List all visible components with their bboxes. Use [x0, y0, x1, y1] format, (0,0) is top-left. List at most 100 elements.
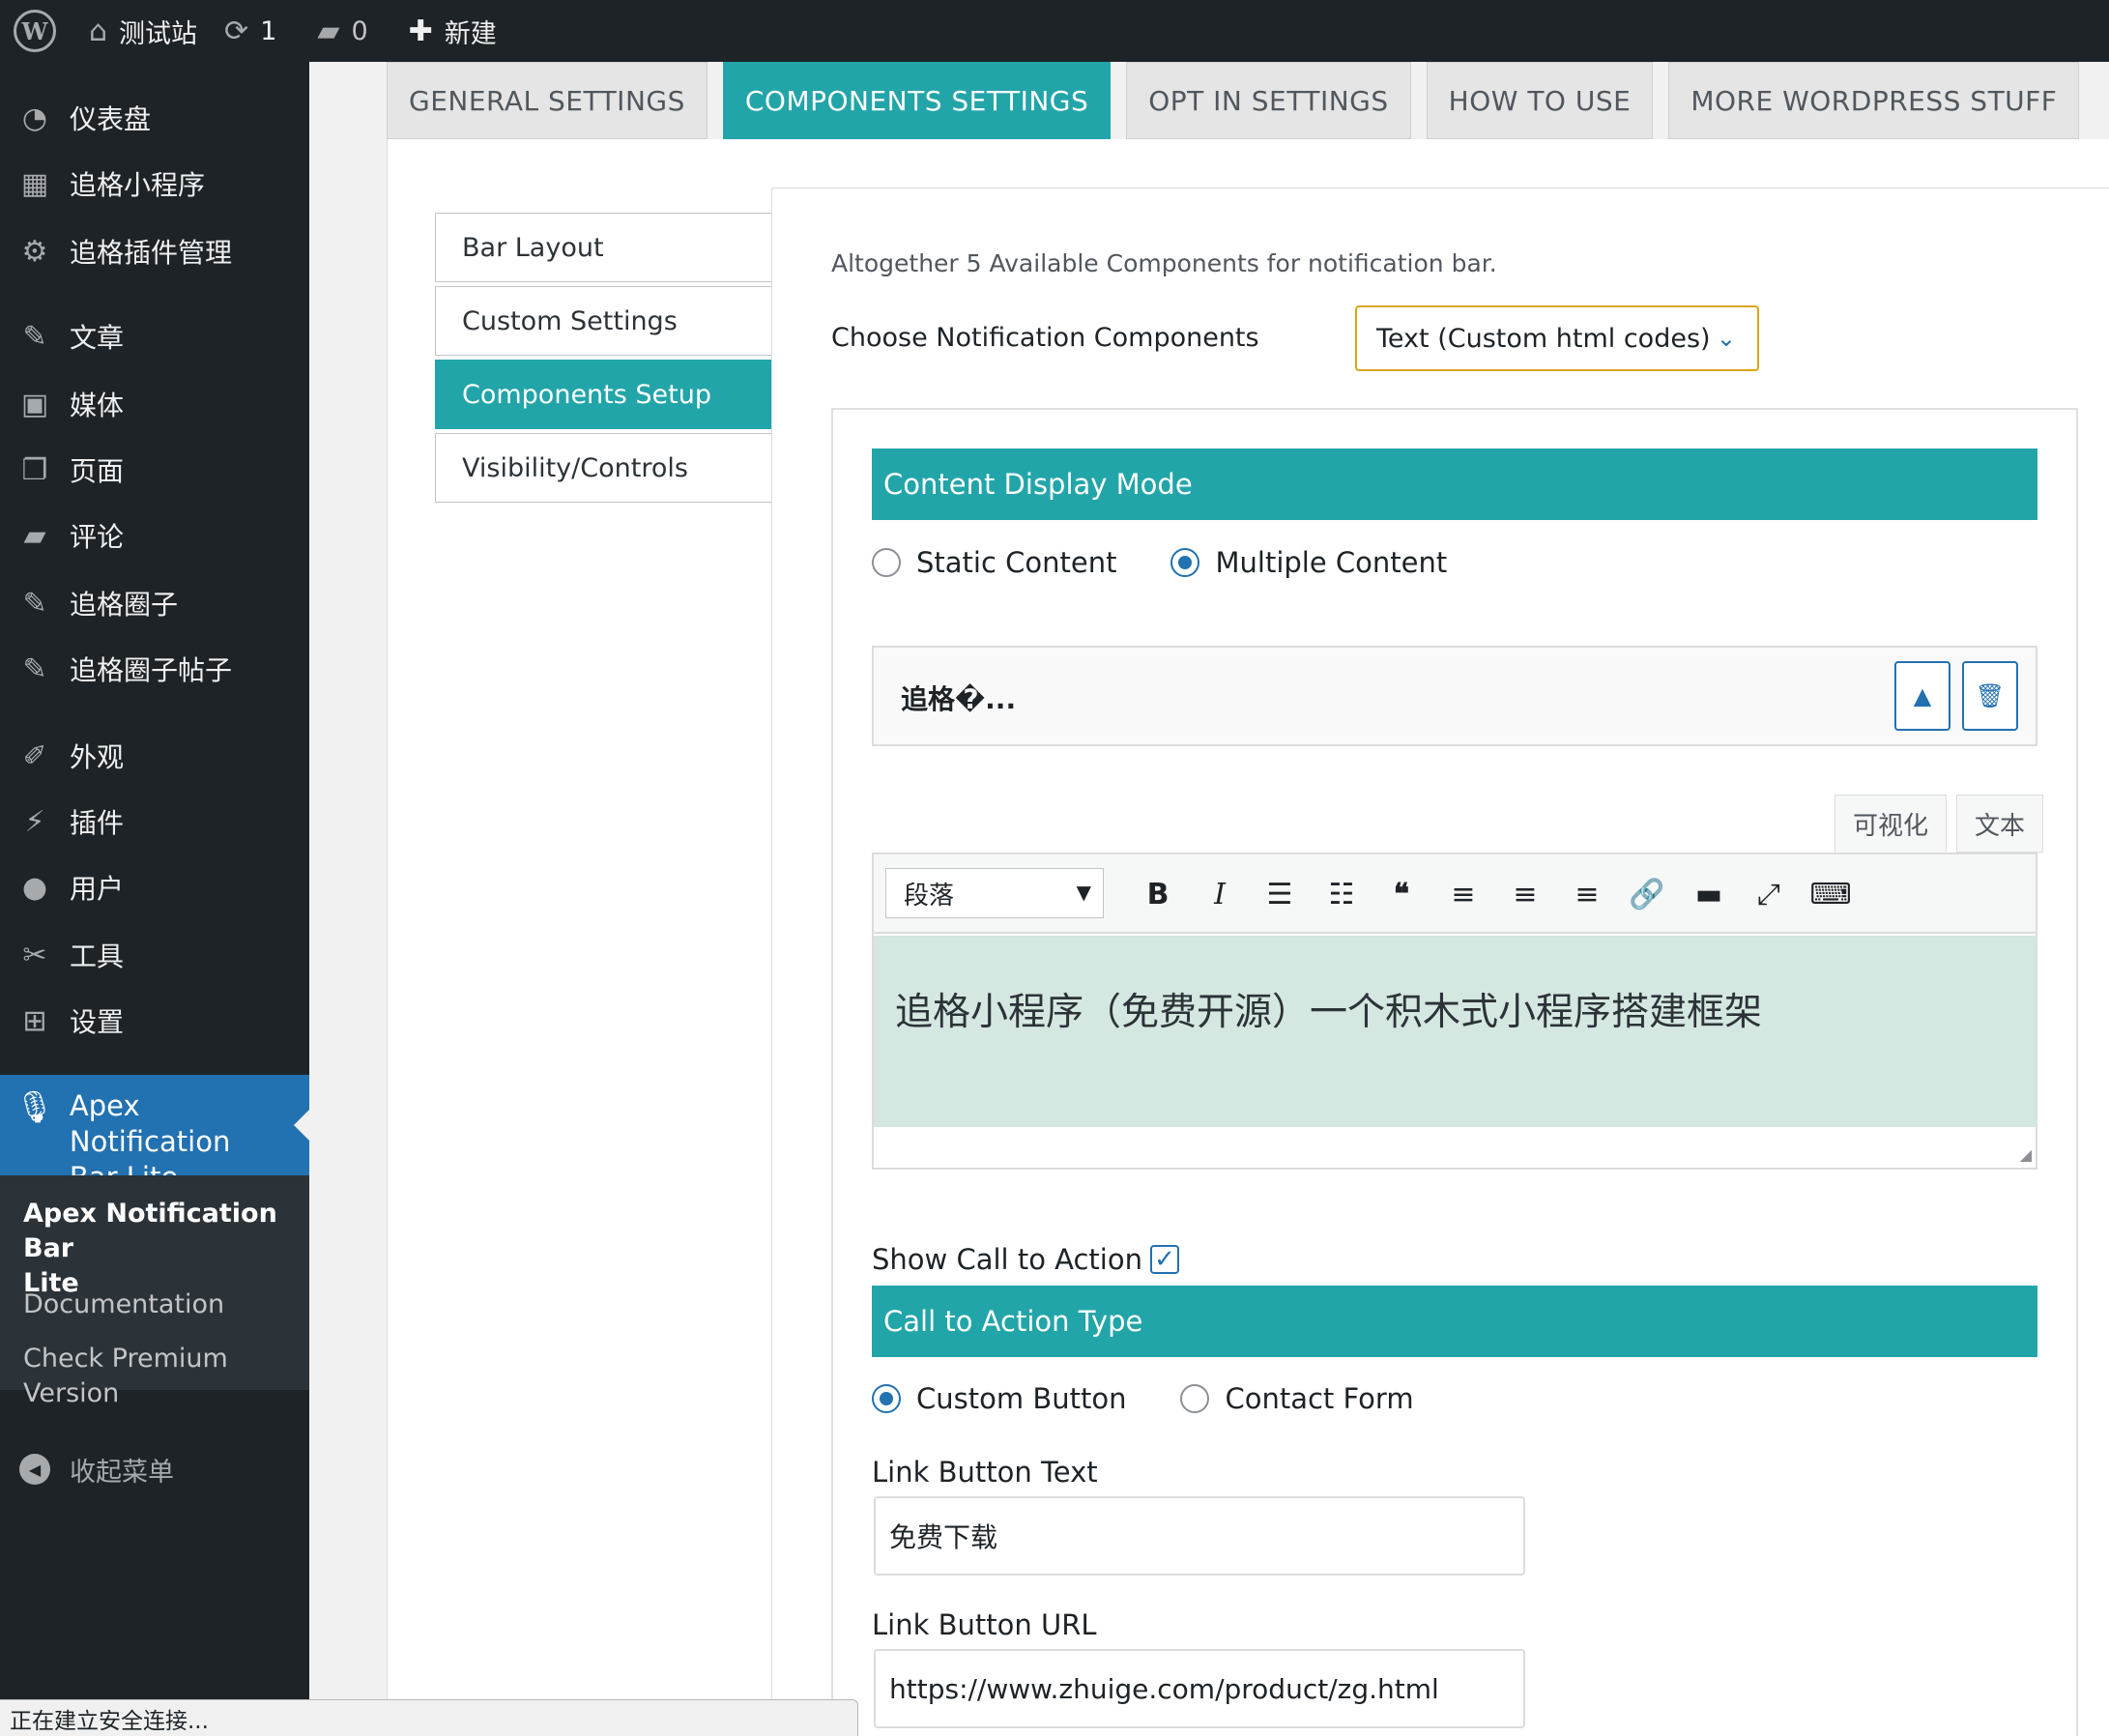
collapse-arrow-icon: ◀ — [19, 1454, 50, 1485]
sidebar-item-plugin-manager[interactable]: ⚙ 追格插件管理 — [0, 220, 309, 282]
components-select[interactable]: Text (Custom html codes) ⌄ — [1355, 305, 1759, 371]
sidebar-item-label: 页面 — [70, 455, 125, 487]
read-more-icon[interactable]: ▬ — [1686, 872, 1732, 916]
blockquote-icon[interactable]: ❝ — [1378, 872, 1425, 916]
caret-down-icon: ▼ — [1076, 881, 1091, 904]
sidebar-item-label: 工具 — [70, 940, 125, 972]
static-content-label: Static Content — [916, 546, 1117, 579]
submenu-item-documentation[interactable]: Documentation — [23, 1288, 294, 1322]
collapse-menu-label: 收起菜单 — [70, 1457, 174, 1488]
tab-components-settings[interactable]: COMPONENTS SETTINGS — [722, 62, 1112, 139]
sidebar-item-tools[interactable]: ✂ 工具 — [0, 924, 309, 986]
submenu-item-check-premium[interactable]: Check Premium Version — [23, 1342, 294, 1411]
link-button-text-label: Link Button Text — [872, 1456, 1098, 1489]
sidebar-item-dashboard[interactable]: ◔ 仪表盘 — [0, 87, 309, 149]
new-content-link[interactable]: ✚ 新建 — [395, 0, 510, 62]
refresh-icon: ⟳ — [224, 14, 249, 48]
sidebar-item-label: 追格插件管理 — [70, 237, 233, 269]
comments-link[interactable]: ▰ 0 — [303, 0, 381, 62]
cta-type-heading: Call to Action Type — [872, 1286, 2037, 1357]
collapse-menu-button[interactable]: ◀ 收起菜单 — [0, 1438, 309, 1500]
sidebar-item-users[interactable]: ● 用户 — [0, 856, 309, 918]
current-menu-arrow — [294, 1110, 309, 1141]
tab-more-wordpress-stuff[interactable]: MORE WORDPRESS STUFF — [1668, 62, 2080, 139]
plus-icon: ✚ — [408, 14, 433, 48]
move-up-button[interactable]: ▲ — [1894, 661, 1950, 731]
link-icon[interactable]: 🔗 — [1624, 872, 1670, 916]
italic-icon[interactable]: I — [1197, 872, 1243, 916]
settings-tabs: GENERAL SETTINGS COMPONENTS SETTINGS OPT… — [387, 62, 2095, 139]
comment-icon: ▰ — [23, 518, 46, 553]
sidebar-item-media[interactable]: ▣ 媒体 — [0, 373, 309, 435]
vtab-visibility-controls[interactable]: Visibility/Controls — [435, 433, 773, 503]
tab-opt-in-settings[interactable]: OPT IN SETTINGS — [1126, 62, 1411, 139]
content-item[interactable]: 追格�... ▲ 🗑 — [872, 646, 2037, 746]
format-select[interactable]: 段落 ▼ — [885, 868, 1104, 918]
tab-how-to-use[interactable]: HOW TO USE — [1426, 62, 1654, 139]
bold-icon[interactable]: B — [1135, 872, 1181, 916]
admin-bar: W ⌂ 测试站 ⟳ 1 ▰ 0 ✚ 新建 — [0, 0, 2109, 62]
cta-type-options: Custom Button Contact Form — [872, 1382, 1414, 1415]
plugin-icon: ⚡ — [24, 804, 45, 839]
sidebar-item-apex-notification-bar[interactable]: 🎙 Apex Notification Bar Lite — [0, 1075, 309, 1194]
sidebar-item-label: 文章 — [70, 322, 125, 354]
sidebar-item-settings[interactable]: ⊞ 设置 — [0, 990, 309, 1052]
settings-icon: ⊞ — [22, 1003, 47, 1038]
dashboard-icon: ◔ — [21, 101, 48, 135]
sidebar-item-plugins[interactable]: ⚡ 插件 — [0, 791, 309, 853]
editor-mode-tabs: 可视化 文本 — [1835, 795, 2044, 853]
delete-item-button[interactable]: 🗑 — [1962, 661, 2018, 731]
sidebar-item-comments[interactable]: ▰ 评论 — [0, 505, 309, 566]
updates-link[interactable]: ⟳ 1 — [211, 0, 290, 62]
multiple-content-radio[interactable] — [1170, 548, 1200, 577]
sidebar-item-zhuige-circle-posts[interactable]: ✎ 追格圈子帖子 — [0, 638, 309, 700]
align-left-icon[interactable]: ≡ — [1440, 872, 1487, 916]
sidebar-item-label: Apex Notification — [69, 1089, 231, 1158]
link-button-url-input[interactable]: https://www.zhuige.com/product/zg.html — [874, 1649, 1525, 1728]
sidebar-submenu: Apex Notification Bar Lite Documentation… — [0, 1175, 309, 1408]
custom-button-label: Custom Button — [916, 1382, 1127, 1415]
numbered-list-icon[interactable]: ☷ — [1318, 872, 1365, 916]
tab-visual[interactable]: 可视化 — [1835, 795, 1948, 853]
static-content-radio[interactable] — [872, 548, 901, 577]
align-center-icon[interactable]: ≡ — [1502, 872, 1548, 916]
comments-count: 0 — [351, 15, 368, 46]
sidebar-item-zhuige-miniapp[interactable]: ▦ 追格小程序 — [0, 153, 309, 215]
vtab-components-setup[interactable]: Components Setup — [435, 360, 773, 429]
pin-icon: ✎ — [22, 651, 47, 686]
vtab-custom-settings[interactable]: Custom Settings — [435, 286, 773, 356]
link-button-text-value: 免费下载 — [889, 1521, 998, 1553]
arrow-up-icon: ▲ — [1913, 682, 1932, 709]
tab-text[interactable]: 文本 — [1956, 795, 2044, 853]
submenu-item-apex-notification-bar-lite[interactable]: Apex Notification Bar Lite — [23, 1197, 294, 1301]
site-name-link[interactable]: ⌂ 测试站 — [75, 0, 211, 62]
bullet-list-icon[interactable]: ☰ — [1257, 872, 1303, 916]
align-right-icon[interactable]: ≡ — [1564, 872, 1610, 916]
trash-icon: 🗑 — [1975, 682, 2006, 709]
editor-toolbar: 段落 ▼ B I ☰ ☷ ❝ ≡ ≡ ≡ 🔗 ▬ ⤢ ⌨ — [874, 854, 2036, 934]
keyboard-icon[interactable]: ⌨ — [1807, 872, 1854, 916]
contact-form-radio[interactable] — [1180, 1384, 1210, 1413]
link-button-url-label: Link Button URL — [872, 1608, 1097, 1641]
vtab-bar-layout[interactable]: Bar Layout — [435, 213, 773, 282]
fullscreen-icon[interactable]: ⤢ — [1746, 872, 1792, 916]
custom-button-radio[interactable] — [872, 1384, 901, 1413]
chevron-down-icon: ⌄ — [1716, 325, 1736, 352]
sidebar-item-posts[interactable]: ✎ 文章 — [0, 305, 309, 367]
choose-components-label: Choose Notification Components — [831, 323, 1259, 353]
content-display-mode-heading: Content Display Mode — [872, 448, 2037, 520]
editor-content-area[interactable]: 追格小程序（免费开源）一个积木式小程序搭建框架 — [874, 936, 2036, 1127]
sidebar-item-pages[interactable]: ❐ 页面 — [0, 439, 309, 501]
wordpress-logo-icon[interactable]: W — [14, 10, 56, 52]
resize-handle-icon[interactable]: ◢ — [2020, 1145, 2032, 1164]
sidebar-item-label: 追格圈子帖子 — [70, 654, 233, 686]
tab-general-settings[interactable]: GENERAL SETTINGS — [387, 62, 708, 139]
user-icon: ● — [21, 870, 48, 905]
show-cta-checkbox[interactable]: ✓ — [1149, 1245, 1179, 1274]
sidebar-item-zhuige-circle[interactable]: ✎ 追格圈子 — [0, 572, 309, 634]
grid-icon: ▦ — [20, 166, 49, 201]
display-mode-options: Static Content Multiple Content — [872, 546, 1447, 579]
sidebar-item-appearance[interactable]: ✐ 外观 — [0, 725, 309, 787]
updates-count: 1 — [260, 15, 277, 46]
link-button-text-input[interactable]: 免费下载 — [874, 1496, 1525, 1576]
